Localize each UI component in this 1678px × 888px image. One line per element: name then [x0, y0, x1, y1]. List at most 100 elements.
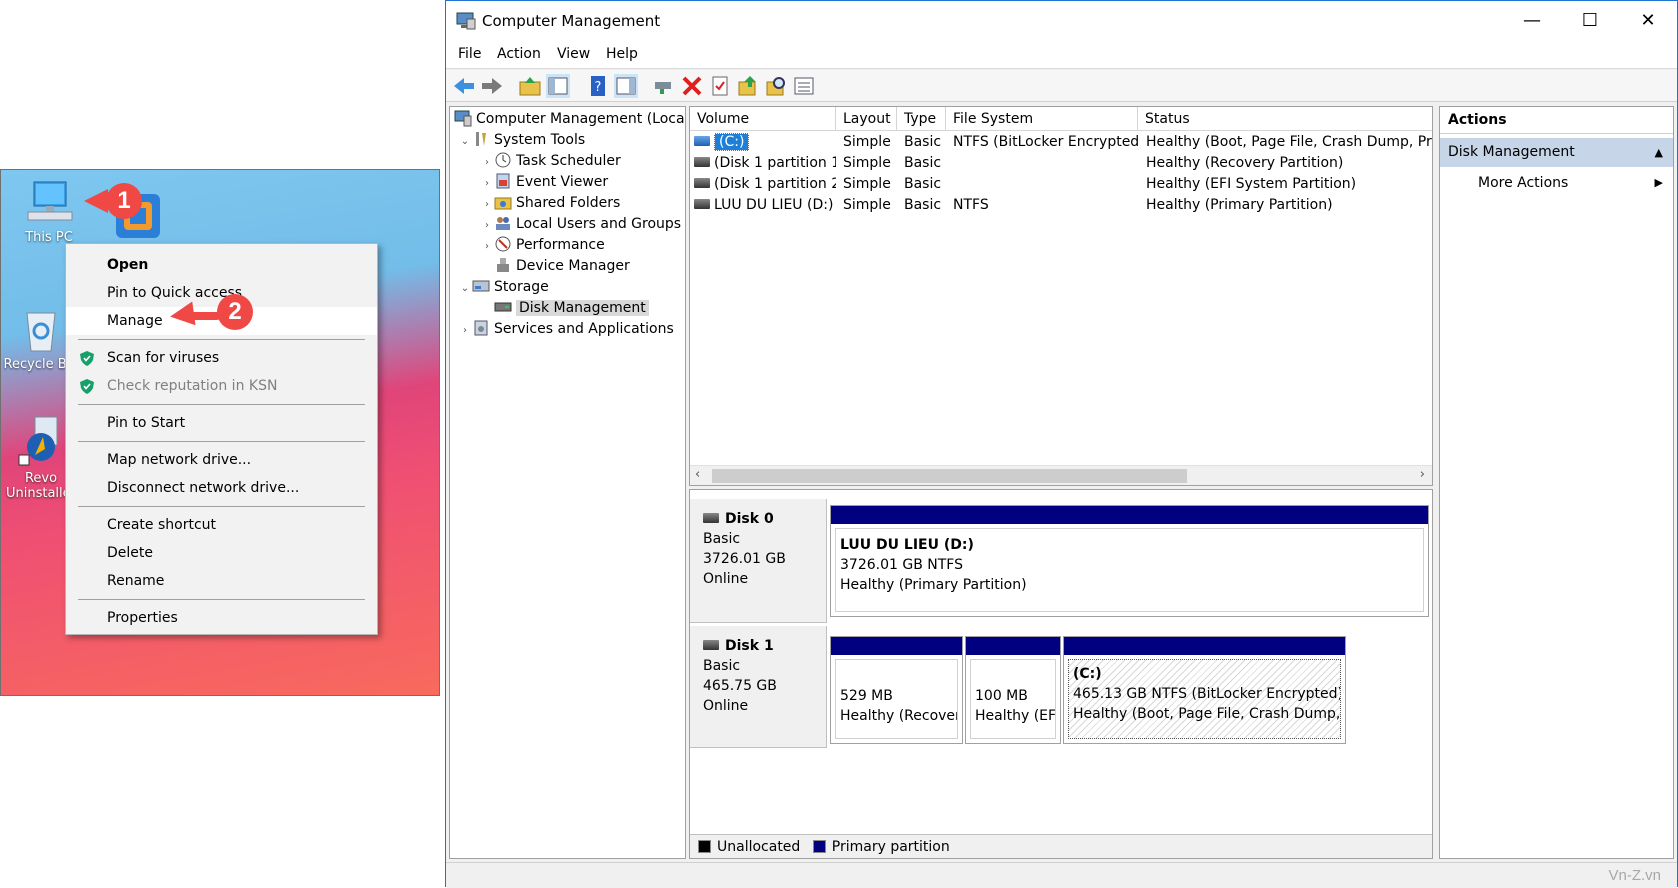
- volume-row[interactable]: (C:) Simple Basic NTFS (BitLocker Encryp…: [690, 132, 1432, 153]
- show-hide-tree-icon[interactable]: [546, 74, 570, 98]
- performance-icon: [495, 236, 511, 252]
- device-manager-icon: [497, 258, 509, 272]
- volume-icon: [694, 157, 710, 167]
- tree-item-disk-management[interactable]: Disk Management: [494, 297, 649, 319]
- menu-item-map-network-drive[interactable]: Map network drive...: [66, 446, 377, 474]
- properties-icon[interactable]: [708, 74, 732, 98]
- volume-type: Basic: [904, 155, 942, 171]
- expand-icon[interactable]: ›: [480, 236, 494, 258]
- menu-item-check-reputation[interactable]: Check reputation in KSN: [66, 372, 377, 400]
- disk-size: 465.75 GB: [703, 678, 777, 694]
- status-bar: Vn-Z.vn: [446, 862, 1677, 888]
- menu-item-delete[interactable]: Delete: [66, 539, 377, 567]
- collapse-icon[interactable]: ⌄: [458, 278, 472, 300]
- tree-item-services-applications[interactable]: › Services and Applications: [458, 318, 674, 340]
- menu-item-scan-viruses[interactable]: Scan for viruses: [66, 344, 377, 372]
- forward-arrow-icon[interactable]: [480, 74, 504, 98]
- menu-view[interactable]: View: [557, 46, 590, 62]
- column-header-type[interactable]: Type: [897, 107, 946, 131]
- menu-separator: [78, 339, 365, 340]
- column-header-volume[interactable]: Volume: [690, 107, 836, 131]
- menu-item-rename[interactable]: Rename: [66, 567, 377, 595]
- up-folder-icon[interactable]: [518, 74, 542, 98]
- partition-bar: [1064, 637, 1345, 655]
- tree-item-local-users[interactable]: › Local Users and Groups: [480, 213, 681, 235]
- volume-row[interactable]: (Disk 1 partition 1) Simple Basic Health…: [690, 153, 1432, 174]
- recycle-bin-icon: [26, 312, 56, 352]
- volume-name: (C:): [714, 133, 750, 151]
- legend: Unallocated Primary partition: [690, 834, 1432, 858]
- collapse-icon[interactable]: ⌄: [458, 131, 472, 153]
- show-hide-action-pane-icon[interactable]: [614, 74, 638, 98]
- more-actions-label: More Actions: [1478, 175, 1569, 191]
- search-icon[interactable]: [764, 74, 788, 98]
- maximize-button[interactable]: ☐: [1561, 1, 1619, 41]
- window-title: Computer Management: [482, 12, 661, 30]
- partition-d[interactable]: LUU DU LIEU (D:) 3726.01 GB NTFS Healthy…: [830, 505, 1429, 617]
- partition-bar: [966, 637, 1060, 655]
- delete-icon[interactable]: [680, 74, 704, 98]
- menu-item-pin-start[interactable]: Pin to Start: [66, 409, 377, 437]
- volume-status: Healthy (Recovery Partition): [1146, 155, 1344, 171]
- menu-item-create-shortcut[interactable]: Create shortcut: [66, 511, 377, 539]
- tree-item-shared-folders[interactable]: › Shared Folders: [480, 192, 620, 214]
- maximize-icon: ☐: [1581, 10, 1599, 31]
- column-header-file-system[interactable]: File System: [946, 107, 1138, 131]
- shield-icon: [80, 379, 94, 394]
- menu-item-disconnect-network-drive[interactable]: Disconnect network drive...: [66, 474, 377, 502]
- horizontal-scrollbar[interactable]: ‹ ›: [690, 465, 1432, 485]
- desktop-icon-this-pc[interactable]: This PC: [9, 178, 89, 245]
- expand-icon[interactable]: ›: [458, 320, 472, 342]
- help-icon[interactable]: ?: [586, 74, 610, 98]
- menu-item-open[interactable]: Open: [66, 251, 377, 279]
- menu-file[interactable]: File: [458, 46, 481, 62]
- actions-section-disk-management[interactable]: Disk Management ▲: [1440, 138, 1673, 167]
- tree-item-device-manager[interactable]: Device Manager: [494, 255, 630, 277]
- volume-row[interactable]: LUU DU LIEU (D:) Simple Basic NTFS Healt…: [690, 195, 1432, 216]
- computer-management-window: Computer Management — ☐ ✕ File Action Vi…: [445, 0, 1678, 888]
- scroll-left-icon[interactable]: ‹: [695, 467, 700, 482]
- minimize-button[interactable]: —: [1503, 1, 1561, 41]
- partition-status: Healthy (EFI: [975, 708, 1056, 724]
- partition-bar: [831, 637, 962, 655]
- tree-item-performance[interactable]: › Performance: [480, 234, 605, 256]
- partition-bar: [831, 506, 1428, 524]
- navigation-tree: Computer Management (Local) ⌄ System Tool…: [449, 106, 686, 859]
- disk-0-info[interactable]: Disk 0 Basic 3726.01 GB Online: [690, 499, 827, 623]
- collapse-up-icon[interactable]: ▲: [1655, 138, 1663, 167]
- menu-item-properties[interactable]: Properties: [66, 604, 377, 632]
- more-actions-item[interactable]: More Actions: [1478, 169, 1568, 197]
- submenu-arrow-icon[interactable]: ▶: [1655, 169, 1663, 197]
- tree-label: Shared Folders: [516, 195, 621, 211]
- legend-unallocated-swatch: [698, 840, 711, 853]
- disk-state: Online: [703, 571, 749, 587]
- tree-item-computer-management[interactable]: Computer Management (Local): [454, 108, 685, 130]
- volume-icon: [694, 136, 710, 146]
- tree-item-event-viewer[interactable]: › Event Viewer: [480, 171, 608, 193]
- partition-efi[interactable]: 100 MB Healthy (EFI: [965, 636, 1061, 744]
- menu-action[interactable]: Action: [497, 46, 541, 62]
- column-header-status[interactable]: Status: [1138, 107, 1432, 131]
- title-bar[interactable]: Computer Management — ☐ ✕: [446, 1, 1677, 41]
- connect-drive-icon[interactable]: [652, 74, 676, 98]
- list-view-icon[interactable]: [792, 74, 816, 98]
- volume-row[interactable]: (Disk 1 partition 2) Simple Basic Health…: [690, 174, 1432, 195]
- tools-icon: [476, 132, 486, 146]
- partition-c[interactable]: (C:) 465.13 GB NTFS (BitLocker Encrypted…: [1063, 636, 1346, 744]
- column-header-layout[interactable]: Layout: [836, 107, 897, 131]
- tree-item-system-tools[interactable]: ⌄ System Tools: [458, 129, 585, 151]
- menu-help[interactable]: Help: [606, 46, 638, 62]
- scrollbar-thumb[interactable]: [712, 469, 1187, 483]
- tree-item-storage[interactable]: ⌄ Storage: [458, 276, 549, 298]
- volume-type: Basic: [904, 134, 942, 150]
- volume-type: Basic: [904, 197, 942, 213]
- open-folder-icon[interactable]: [736, 74, 760, 98]
- tree-item-task-scheduler[interactable]: › Task Scheduler: [480, 150, 621, 172]
- disk-1-info[interactable]: Disk 1 Basic 465.75 GB Online: [690, 626, 827, 748]
- partition-recovery[interactable]: 529 MB Healthy (Recover: [830, 636, 963, 744]
- scroll-right-icon[interactable]: ›: [1420, 467, 1425, 482]
- close-button[interactable]: ✕: [1619, 1, 1677, 41]
- back-arrow-icon[interactable]: [452, 74, 476, 98]
- menu-separator: [78, 506, 365, 507]
- disk-name: Disk 0: [725, 511, 774, 527]
